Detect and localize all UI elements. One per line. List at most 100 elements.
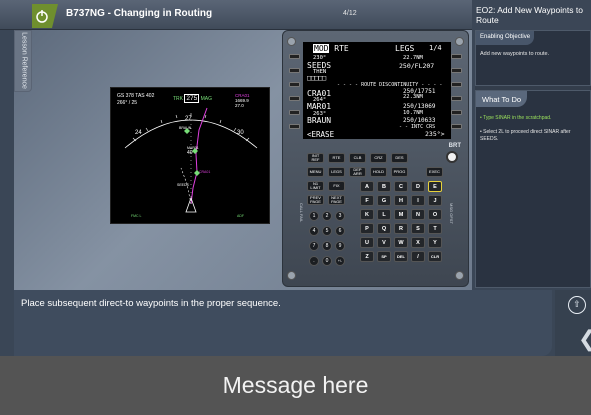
lsk-2l[interactable]	[289, 68, 300, 73]
key-s[interactable]: S	[411, 223, 425, 234]
cdu-r3-small: 22.3NM	[403, 94, 423, 100]
screw-icon	[287, 271, 296, 280]
lsk-4r[interactable]	[451, 96, 462, 101]
key-8[interactable]: 8	[322, 241, 332, 251]
enabling-objective-text: Add new waypoints to route.	[480, 51, 550, 57]
key-h[interactable]: H	[394, 195, 408, 206]
key-r[interactable]: R	[394, 223, 408, 234]
lsk-1r[interactable]	[451, 54, 462, 59]
key-5[interactable]: 5	[322, 226, 332, 236]
compass-label-27: 27	[185, 116, 192, 122]
key-p[interactable]: P	[360, 223, 374, 234]
key-exec[interactable]: EXEC	[426, 167, 443, 177]
lsk-2r[interactable]	[451, 68, 462, 73]
lsk-5l[interactable]	[289, 110, 300, 115]
key-n[interactable]: N	[411, 209, 425, 220]
key-dot[interactable]: .	[309, 256, 319, 266]
key-o[interactable]: O	[428, 209, 442, 220]
lsk-3r[interactable]	[451, 82, 462, 87]
enabling-objective-title: Enabling Objective	[476, 31, 535, 45]
key-hold[interactable]: HOLD	[370, 167, 387, 177]
key-a[interactable]: A	[360, 181, 374, 192]
key-f[interactable]: F	[360, 195, 374, 206]
key-k[interactable]: K	[360, 209, 374, 220]
cdu-keypad: INIT REF RTE CLB CRZ DES MENU LEGS DEP A…	[297, 143, 457, 285]
key-j[interactable]: J	[428, 195, 442, 206]
key-prev-page[interactable]: PREV PAGE	[307, 195, 324, 205]
key-n1-limit[interactable]: N1 LIMIT	[307, 181, 324, 191]
key-dep-arr[interactable]: DEP ARR	[349, 167, 366, 177]
key-t[interactable]: T	[428, 223, 442, 234]
key-plus-minus[interactable]: +/-	[335, 256, 345, 266]
key-3[interactable]: 3	[335, 211, 345, 221]
key-w[interactable]: W	[394, 237, 408, 248]
lsk-3l[interactable]	[289, 82, 300, 87]
nd-wpt-braun: BRAUN	[179, 126, 192, 130]
instruction-panel: Enabling Objective Add new waypoints to …	[475, 30, 591, 288]
key-rte[interactable]: RTE	[328, 153, 345, 163]
lsk-6r[interactable]	[451, 124, 462, 129]
navigation-display: GS 378 TAS 402 266° / 25 TRK 275 MAG CRA…	[110, 87, 270, 224]
key-e[interactable]: E	[428, 181, 442, 192]
key-c[interactable]: C	[394, 181, 408, 192]
key-q[interactable]: Q	[377, 223, 391, 234]
cdu-r4: 250/13069	[403, 103, 436, 110]
key-g[interactable]: G	[377, 195, 391, 206]
cdu-l5: BRAUN	[307, 116, 332, 125]
lsk-4l[interactable]	[289, 96, 300, 101]
cdu-r6: 235°>	[425, 130, 445, 138]
key-des[interactable]: DES	[391, 153, 408, 163]
lsk-6l[interactable]	[289, 124, 300, 129]
key-next-page[interactable]: NEXT PAGE	[328, 195, 345, 205]
key-y[interactable]: Y	[428, 237, 442, 248]
lesson-reference-tab[interactable]: Lesson Reference	[14, 30, 32, 92]
compass-label-24: 24	[135, 130, 142, 136]
key-clb[interactable]: CLB	[349, 153, 366, 163]
key-slash[interactable]: /	[411, 251, 425, 262]
key-4[interactable]: 4	[309, 226, 319, 236]
instruction-message: Place subsequent direct-to waypoints in …	[21, 298, 281, 309]
key-menu[interactable]: MENU	[307, 167, 324, 177]
cdu-r1: 250/FL207	[399, 62, 435, 70]
cdu-legs-title: LEGS	[395, 44, 415, 53]
lsk-1l[interactable]	[289, 54, 300, 59]
key-i[interactable]: I	[411, 195, 425, 206]
key-d[interactable]: D	[411, 181, 425, 192]
nd-graphic	[124, 107, 258, 213]
nd-wpt-cra01: CRA01	[199, 170, 211, 174]
key-1[interactable]: 1	[309, 211, 319, 221]
nd-active-waypoint: CRA01 1669.9 27.0	[235, 93, 250, 108]
cdu-page: 1/4	[429, 44, 442, 52]
key-clr[interactable]: CLR	[428, 251, 442, 262]
key-z[interactable]: Z	[360, 251, 374, 262]
key-fix[interactable]: FIX	[328, 181, 345, 191]
enabling-objective-box: Enabling Objective Add new waypoints to …	[475, 30, 591, 86]
key-l[interactable]: L	[377, 209, 391, 220]
cdu-l4: MAR01	[307, 102, 332, 111]
key-prog[interactable]: PROG	[391, 167, 408, 177]
app-root: B737NG - Changing in Routing 4/12 EO2: A…	[0, 0, 591, 415]
key-init-ref[interactable]: INIT REF	[307, 153, 324, 163]
course-logo-icon	[32, 4, 58, 28]
key-v[interactable]: V	[377, 237, 391, 248]
key-2[interactable]: 2	[322, 211, 332, 221]
lsk-5r[interactable]	[451, 110, 462, 115]
compass-label-30: 30	[237, 130, 244, 136]
message-banner: Message here	[0, 356, 591, 415]
next-page-icon[interactable]: ⇧	[568, 296, 586, 314]
step-1: • Type SINAR in the scratchpad.	[480, 115, 552, 121]
key-m[interactable]: M	[394, 209, 408, 220]
key-7[interactable]: 7	[309, 241, 319, 251]
key-del[interactable]: DEL	[394, 251, 408, 262]
key-0[interactable]: 0	[322, 256, 332, 266]
previous-page-icon[interactable]: ❮	[578, 326, 591, 352]
key-sp[interactable]: SP	[377, 251, 391, 262]
nd-heading: TRK 275 MAG	[173, 94, 213, 103]
key-9[interactable]: 9	[335, 241, 345, 251]
key-legs[interactable]: LEGS	[328, 167, 345, 177]
key-6[interactable]: 6	[335, 226, 345, 236]
key-u[interactable]: U	[360, 237, 374, 248]
key-x[interactable]: X	[411, 237, 425, 248]
key-crz[interactable]: CRZ	[370, 153, 387, 163]
key-b[interactable]: B	[377, 181, 391, 192]
